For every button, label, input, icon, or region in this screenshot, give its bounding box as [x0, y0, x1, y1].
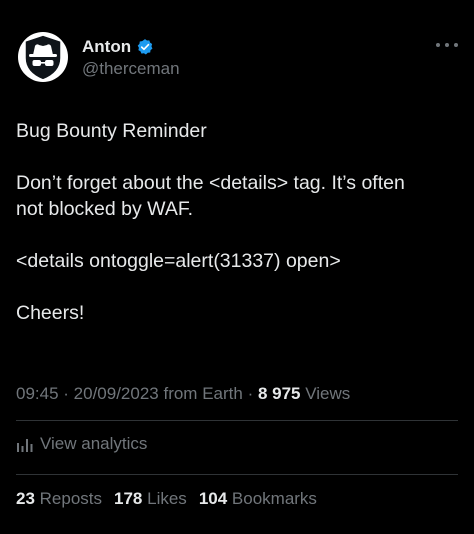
more-dots-icon[interactable] — [436, 38, 458, 52]
bookmarks-label: Bookmarks — [227, 489, 317, 508]
dot — [454, 43, 458, 47]
tweet-source: from Earth — [158, 384, 243, 403]
dot — [436, 43, 440, 47]
verified-badge-icon[interactable] — [136, 38, 154, 56]
tweet-line: Bug Bounty Reminder — [16, 120, 207, 142]
dot — [445, 43, 449, 47]
reposts-label: Reposts — [34, 489, 103, 508]
likes-stat[interactable]: 178 Likes — [114, 489, 187, 509]
views-count: 8 975 — [257, 384, 301, 403]
author-display-name[interactable]: Anton — [82, 37, 131, 57]
avatar[interactable] — [18, 32, 68, 82]
tweet-date[interactable]: 20/09/2023 — [74, 384, 159, 403]
divider — [16, 474, 458, 475]
tweet-text: Bug Bounty Reminder Don’t forget about t… — [16, 118, 462, 326]
bookmarks-stat[interactable]: 104 Bookmarks — [199, 489, 317, 509]
bookmarks-count: 104 — [198, 489, 228, 508]
reposts-stat[interactable]: 23 Reposts — [16, 489, 102, 509]
meta-separator: · — [242, 384, 258, 403]
likes-label: Likes — [142, 489, 187, 508]
bar-chart-icon — [16, 435, 34, 453]
tweet-time[interactable]: 09:45 — [16, 384, 59, 403]
divider — [16, 420, 458, 421]
tweet-line: Don’t forget about the <details> tag. It… — [16, 172, 405, 194]
view-analytics-link[interactable]: View analytics — [16, 434, 147, 454]
author-name-row: Anton — [82, 36, 154, 58]
tweet-meta: 09:45 · 20/09/2023 from Earth · 8 975 Vi… — [16, 384, 350, 404]
meta-separator: · — [58, 384, 74, 403]
reposts-count: 23 — [16, 489, 35, 508]
author-handle[interactable]: @therceman — [82, 59, 180, 79]
tweet-line: not blocked by WAF. — [16, 198, 194, 220]
tweet-line: <details ontoggle=alert(31337) open> — [16, 250, 341, 272]
view-analytics-label: View analytics — [40, 434, 148, 453]
spy-avatar-icon — [24, 34, 62, 81]
engagement-stats: 23 Reposts 178 Likes 104 Bookmarks — [16, 489, 329, 509]
likes-count: 178 — [114, 489, 143, 508]
views-label: Views — [300, 384, 351, 403]
tweet-line: Cheers! — [16, 302, 85, 324]
